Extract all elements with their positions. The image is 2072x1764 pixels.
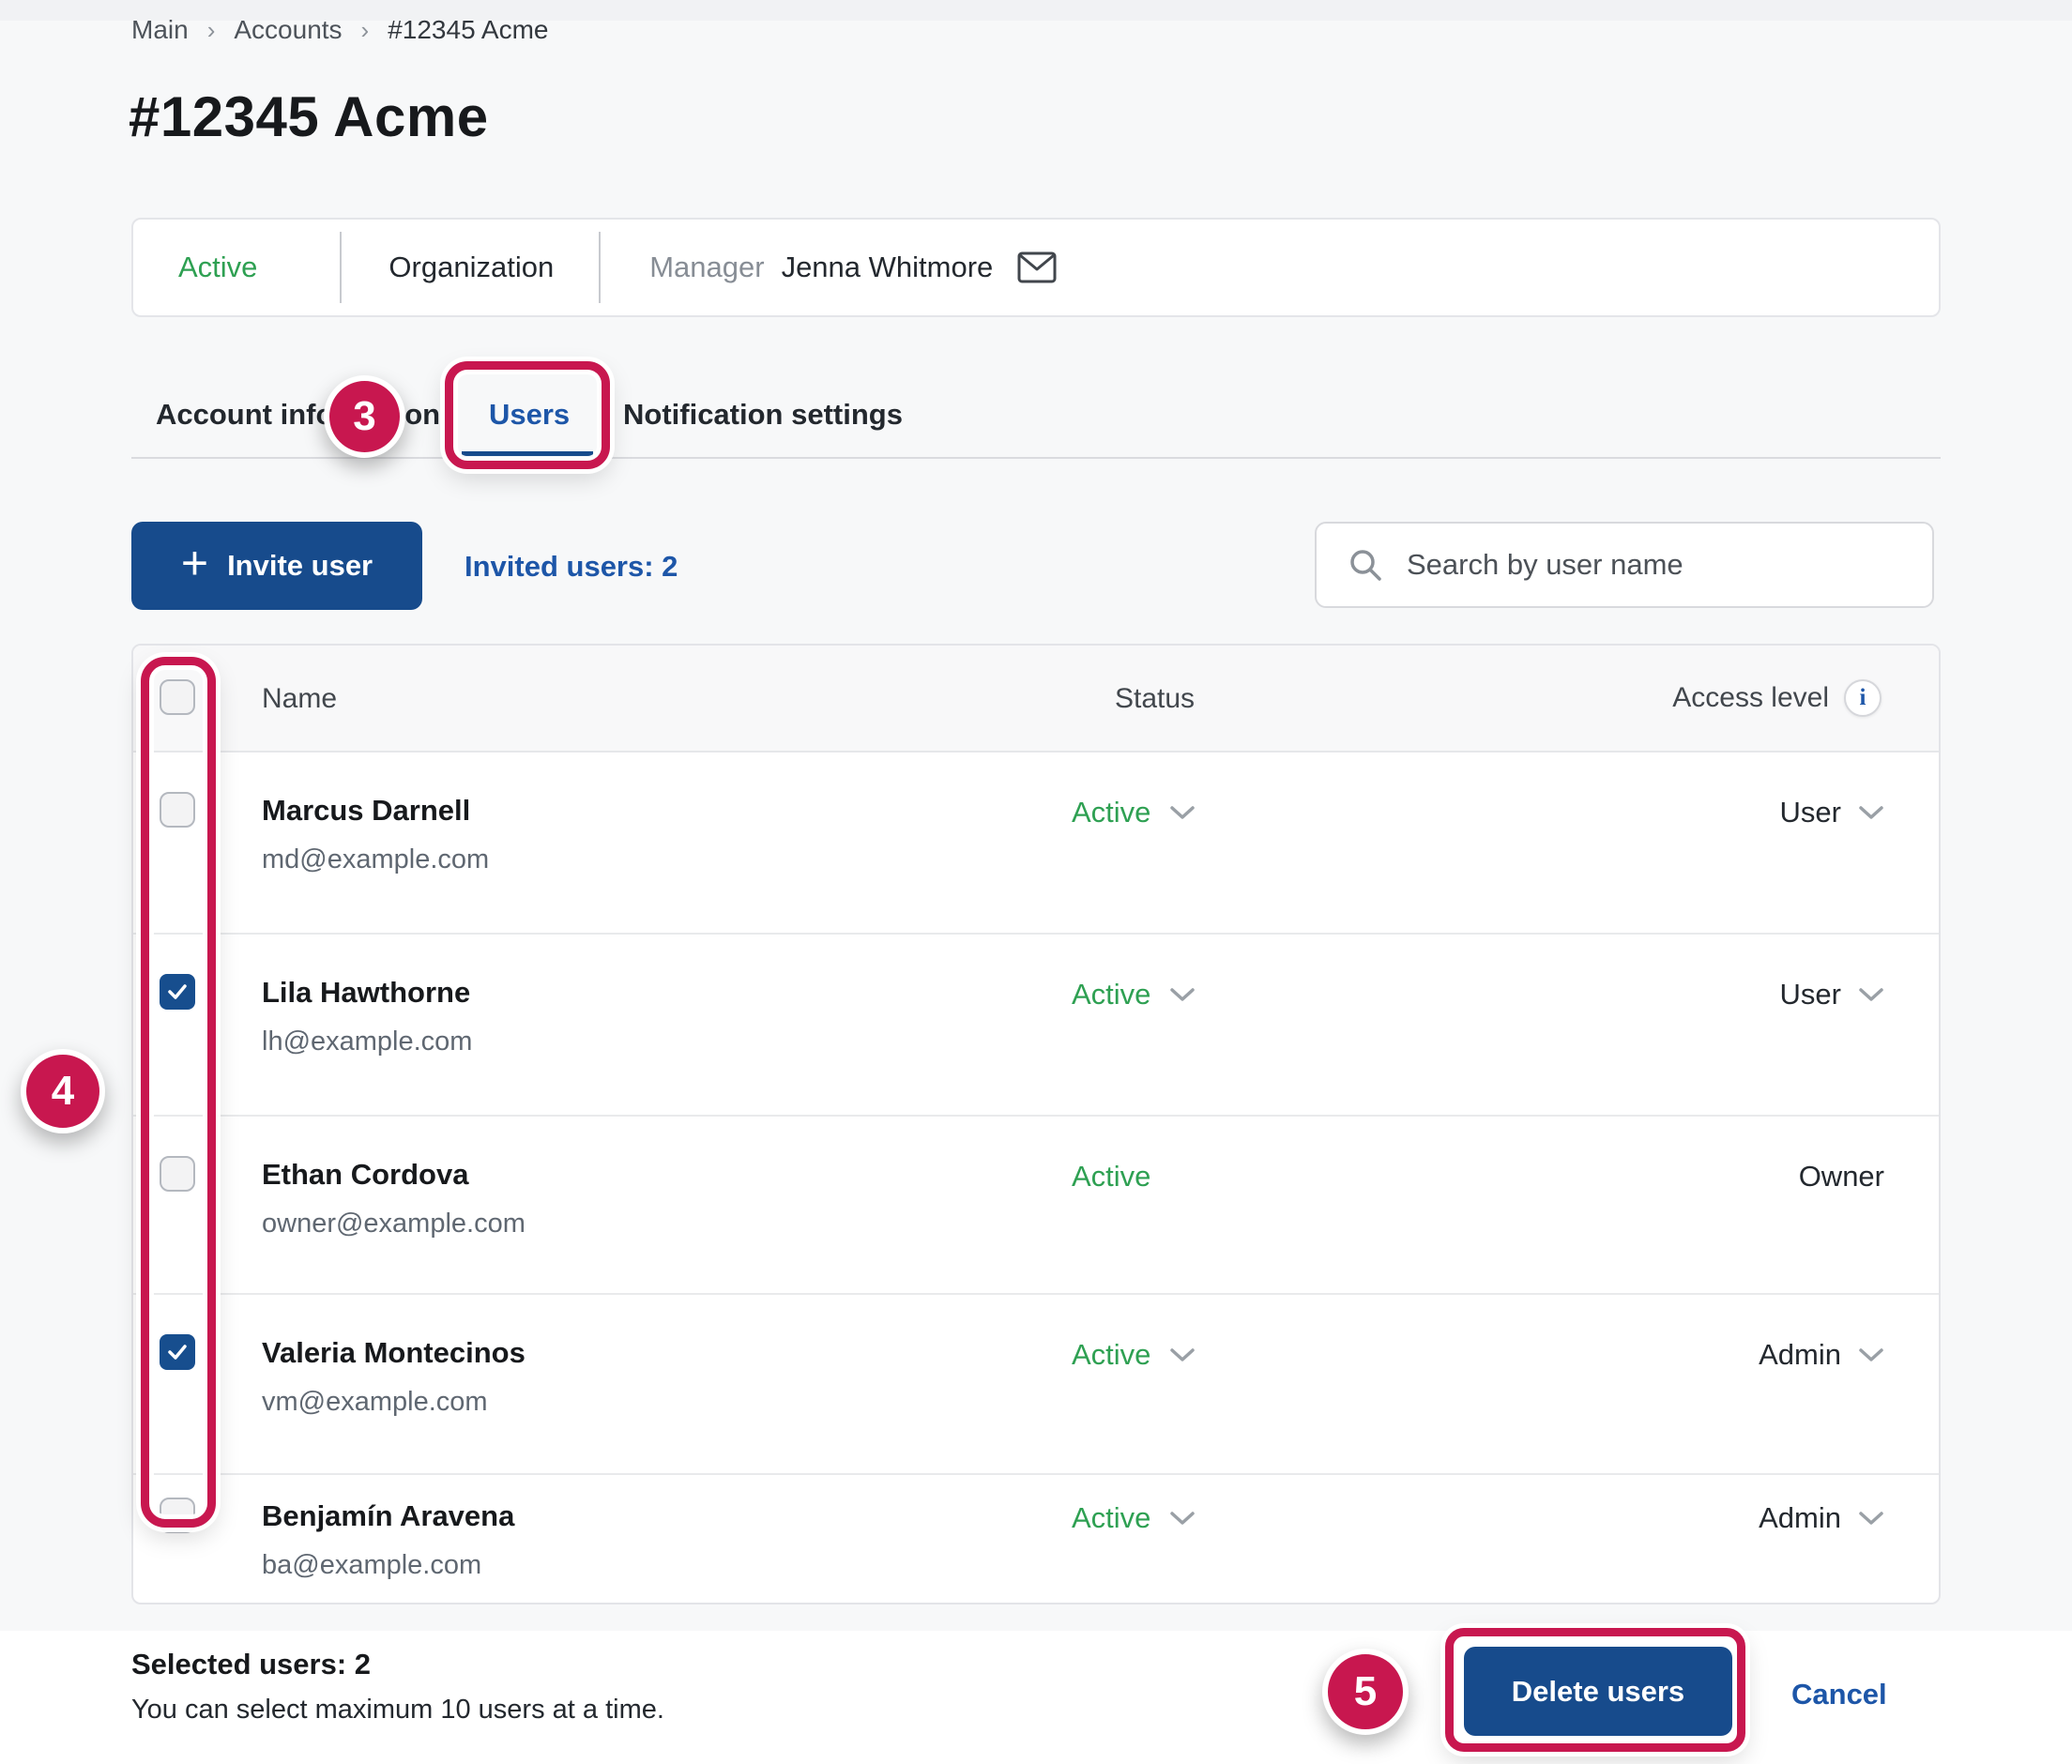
breadcrumb-accounts[interactable]: Accounts bbox=[234, 15, 342, 45]
column-header-access-level: Access level i bbox=[1672, 679, 1882, 717]
status-value: Active bbox=[1072, 1160, 1150, 1194]
chevron-down-icon bbox=[1858, 1511, 1884, 1526]
user-email: md@example.com bbox=[262, 844, 489, 875]
user-name: Benjamín Aravena bbox=[262, 1499, 514, 1533]
access-level-dropdown[interactable]: User bbox=[1780, 796, 1884, 829]
breadcrumb-main[interactable]: Main bbox=[131, 15, 189, 45]
user-email: ba@example.com bbox=[262, 1550, 481, 1581]
table-row: Marcus Darnell md@example.com Active Use… bbox=[133, 753, 1939, 935]
row-checkbox[interactable] bbox=[160, 1498, 195, 1533]
status-value: Active bbox=[1072, 978, 1150, 1011]
selection-footer: Selected users: 2 You can select maximum… bbox=[0, 1631, 2072, 1764]
selection-hint: You can select maximum 10 users at a tim… bbox=[131, 1695, 664, 1726]
manager-name: Jenna Whitmore bbox=[782, 251, 994, 284]
invite-user-label: Invite user bbox=[227, 549, 373, 583]
row-checkbox[interactable] bbox=[160, 1334, 195, 1370]
access-level-dropdown[interactable]: User bbox=[1780, 978, 1884, 1011]
tab-notification-settings[interactable]: Notification settings bbox=[623, 398, 903, 432]
user-email: lh@example.com bbox=[262, 1026, 472, 1057]
divider bbox=[340, 232, 342, 303]
access-level-dropdown[interactable]: Admin bbox=[1759, 1338, 1884, 1372]
user-email: owner@example.com bbox=[262, 1209, 526, 1239]
divider bbox=[599, 232, 601, 303]
breadcrumb-separator-icon: › bbox=[361, 16, 370, 45]
column-header-status: Status bbox=[1115, 683, 1195, 715]
chevron-down-icon bbox=[1858, 987, 1884, 1002]
table-row: Lila Hawthorne lh@example.com Active Use… bbox=[133, 935, 1939, 1117]
info-icon[interactable]: i bbox=[1844, 679, 1882, 717]
row-checkbox[interactable] bbox=[160, 974, 195, 1010]
access-level-label: Access level bbox=[1672, 682, 1829, 714]
email-envelope-icon[interactable] bbox=[1017, 251, 1057, 284]
access-level-dropdown[interactable]: Admin bbox=[1759, 1501, 1884, 1535]
access-level-value: Admin bbox=[1759, 1338, 1841, 1372]
status-dropdown[interactable]: Active bbox=[1072, 796, 1196, 829]
account-type: Organization bbox=[388, 251, 554, 284]
breadcrumb-separator-icon: › bbox=[207, 16, 216, 45]
users-table: Name Status Access level i Marcus Darnel… bbox=[131, 644, 1941, 1604]
column-header-name: Name bbox=[262, 683, 337, 715]
chevron-down-icon bbox=[1858, 805, 1884, 820]
search-icon bbox=[1347, 546, 1384, 584]
access-level-value: Owner bbox=[1799, 1160, 1884, 1194]
status-dropdown[interactable]: Active bbox=[1072, 978, 1196, 1011]
row-checkbox[interactable] bbox=[160, 1156, 195, 1192]
selected-users-count: Selected users: 2 bbox=[131, 1648, 371, 1681]
status-dropdown[interactable]: Active bbox=[1072, 1501, 1196, 1535]
status-value: Active bbox=[1072, 1338, 1150, 1372]
user-name: Lila Hawthorne bbox=[262, 976, 470, 1010]
manager-label: Manager bbox=[649, 251, 764, 284]
chevron-down-icon bbox=[1169, 805, 1196, 820]
breadcrumb: Main › Accounts › #12345 Acme bbox=[131, 15, 548, 45]
tab-users[interactable]: Users bbox=[489, 398, 570, 432]
access-level-value: User bbox=[1780, 978, 1841, 1011]
account-summary-card: Active Organization Manager Jenna Whitmo… bbox=[131, 218, 1941, 317]
account-status-badge: Active bbox=[178, 251, 257, 284]
tabs-divider bbox=[131, 457, 1941, 459]
chevron-down-icon bbox=[1169, 1511, 1196, 1526]
table-row: Benjamín Aravena ba@example.com Active A… bbox=[133, 1475, 1939, 1604]
access-level-value: Admin bbox=[1759, 1501, 1841, 1535]
breadcrumb-current: #12345 Acme bbox=[388, 15, 548, 45]
access-level-text: Owner bbox=[1799, 1160, 1884, 1194]
status-dropdown[interactable]: Active bbox=[1072, 1338, 1196, 1372]
user-email: vm@example.com bbox=[262, 1387, 488, 1418]
search-input[interactable] bbox=[1405, 547, 1915, 583]
select-all-checkbox[interactable] bbox=[160, 679, 195, 715]
cancel-button[interactable]: Cancel bbox=[1791, 1678, 1887, 1711]
user-name: Valeria Montecinos bbox=[262, 1336, 526, 1370]
delete-users-button[interactable]: Delete users bbox=[1464, 1647, 1732, 1736]
status-value: Active bbox=[1072, 1501, 1150, 1535]
table-header-row: Name Status Access level i bbox=[133, 646, 1939, 753]
annotation-step-4-badge: 4 bbox=[21, 1049, 105, 1133]
chevron-down-icon bbox=[1858, 1347, 1884, 1362]
page-title: #12345 Acme bbox=[129, 84, 489, 149]
access-level-value: User bbox=[1780, 796, 1841, 829]
invite-user-button[interactable]: + Invite user bbox=[131, 522, 422, 610]
status-text: Active bbox=[1072, 1160, 1150, 1194]
tab-account-information[interactable]: Account information bbox=[156, 398, 440, 432]
active-tab-underline bbox=[462, 451, 593, 457]
row-checkbox[interactable] bbox=[160, 792, 195, 828]
invited-users-link[interactable]: Invited users: 2 bbox=[465, 550, 678, 584]
user-name: Marcus Darnell bbox=[262, 794, 470, 828]
user-name: Ethan Cordova bbox=[262, 1158, 468, 1192]
table-row: Valeria Montecinos vm@example.com Active… bbox=[133, 1295, 1939, 1475]
user-search bbox=[1315, 522, 1934, 608]
chevron-down-icon bbox=[1169, 987, 1196, 1002]
table-row: Ethan Cordova owner@example.com Active O… bbox=[133, 1117, 1939, 1295]
chevron-down-icon bbox=[1169, 1347, 1196, 1362]
status-value: Active bbox=[1072, 796, 1150, 829]
